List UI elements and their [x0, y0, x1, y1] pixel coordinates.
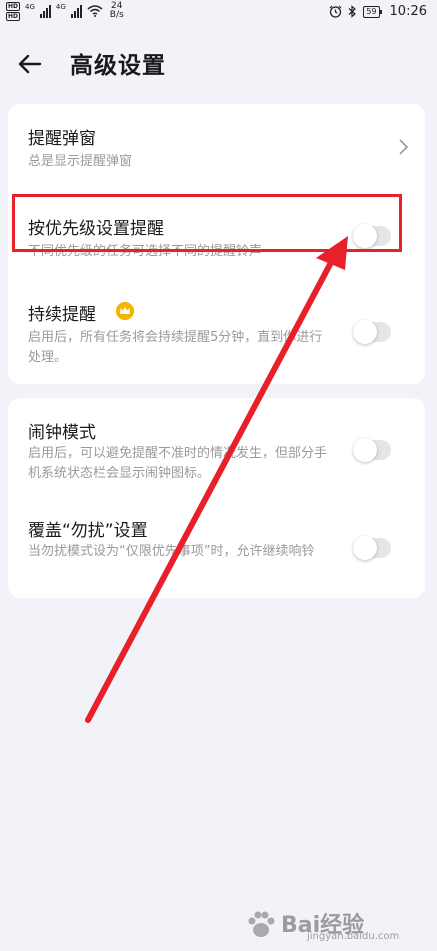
setting-title: 按优先级设置提醒	[28, 219, 164, 239]
setting-alarm-mode[interactable]: 闹钟模式 启用后，可以避免提醒不准时的情况发生，但部分手机系统状态栏会显示闹钟图…	[8, 398, 425, 498]
network-type-2: 4G	[55, 3, 66, 11]
override-dnd-toggle[interactable]	[353, 536, 391, 560]
setting-priority-reminder[interactable]: 按优先级设置提醒 不同优先级的任务可选择不同的提醒铃声	[8, 194, 425, 274]
toggle-knob	[353, 536, 377, 560]
setting-title: 闹钟模式	[28, 423, 96, 443]
watermark: Bai经验 jingyan.baidu.com	[241, 905, 431, 947]
watermark-url: jingyan.baidu.com	[307, 931, 400, 942]
setting-title: 持续提醒	[28, 305, 96, 325]
status-left: HD HD 4G 4G 24 B/s	[6, 2, 124, 21]
sim-icon: HD HD	[6, 2, 21, 21]
setting-title: 覆盖“勿扰”设置	[28, 521, 148, 541]
settings-card-reminders: 提醒弹窗 总是显示提醒弹窗 按优先级设置提醒 不同优先级的任务可选择不同的提醒铃…	[8, 104, 425, 384]
wifi-icon	[87, 5, 103, 17]
alarm-icon	[329, 5, 342, 18]
setting-subtitle: 启用后，所有任务将会持续提醒5分钟，直到你进行处理。	[28, 330, 323, 365]
setting-title: 提醒弹窗	[28, 129, 96, 149]
network-type-1: 4G	[25, 3, 35, 11]
page-title: 高级设置	[70, 53, 166, 79]
status-time: 10:26	[389, 4, 427, 19]
network-speed: 24 B/s	[110, 2, 124, 20]
setting-popup-reminder[interactable]: 提醒弹窗 总是显示提醒弹窗	[8, 104, 425, 190]
signal-icon	[39, 4, 51, 18]
paw-logo-icon	[248, 911, 275, 937]
setting-override-dnd[interactable]: 覆盖“勿扰”设置 当勿扰模式设为“仅限优先事项”时，允许继续响铃	[8, 498, 425, 598]
toggle-knob	[353, 224, 377, 248]
chevron-right-icon	[399, 139, 409, 155]
header: 高级设置	[0, 40, 437, 88]
bluetooth-icon	[348, 5, 357, 18]
sim2-hd-badge: HD	[6, 12, 21, 21]
toggle-knob	[353, 320, 377, 344]
setting-subtitle: 总是显示提醒弹窗	[28, 154, 133, 169]
toggle-knob	[353, 438, 377, 462]
setting-subtitle: 当勿扰模式设为“仅限优先事项”时，允许继续响铃	[28, 544, 315, 559]
continuous-reminder-toggle[interactable]	[353, 320, 391, 344]
setting-subtitle: 不同优先级的任务可选择不同的提醒铃声	[28, 244, 263, 259]
alarm-mode-toggle[interactable]	[353, 438, 391, 462]
priority-reminder-toggle[interactable]	[353, 224, 391, 248]
battery-icon: 59	[363, 5, 382, 18]
crown-icon	[116, 302, 134, 320]
signal-icon-2	[70, 4, 82, 18]
back-arrow-icon[interactable]	[16, 50, 44, 78]
settings-card-alarm: 闹钟模式 启用后，可以避免提醒不准时的情况发生，但部分手机系统状态栏会显示闹钟图…	[8, 398, 425, 598]
setting-continuous-reminder[interactable]: 持续提醒 启用后，所有任务将会持续提醒5分钟，直到你进行处理。	[8, 284, 425, 384]
network-speed-unit: B/s	[109, 10, 124, 20]
status-right: 59 10:26	[329, 4, 427, 19]
sim1-hd-badge: HD	[6, 2, 21, 11]
setting-subtitle: 启用后，可以避免提醒不准时的情况发生，但部分手机系统状态栏会显示闹钟图标。	[28, 446, 328, 481]
status-bar: HD HD 4G 4G 24 B/s 59 10:26	[0, 0, 437, 26]
